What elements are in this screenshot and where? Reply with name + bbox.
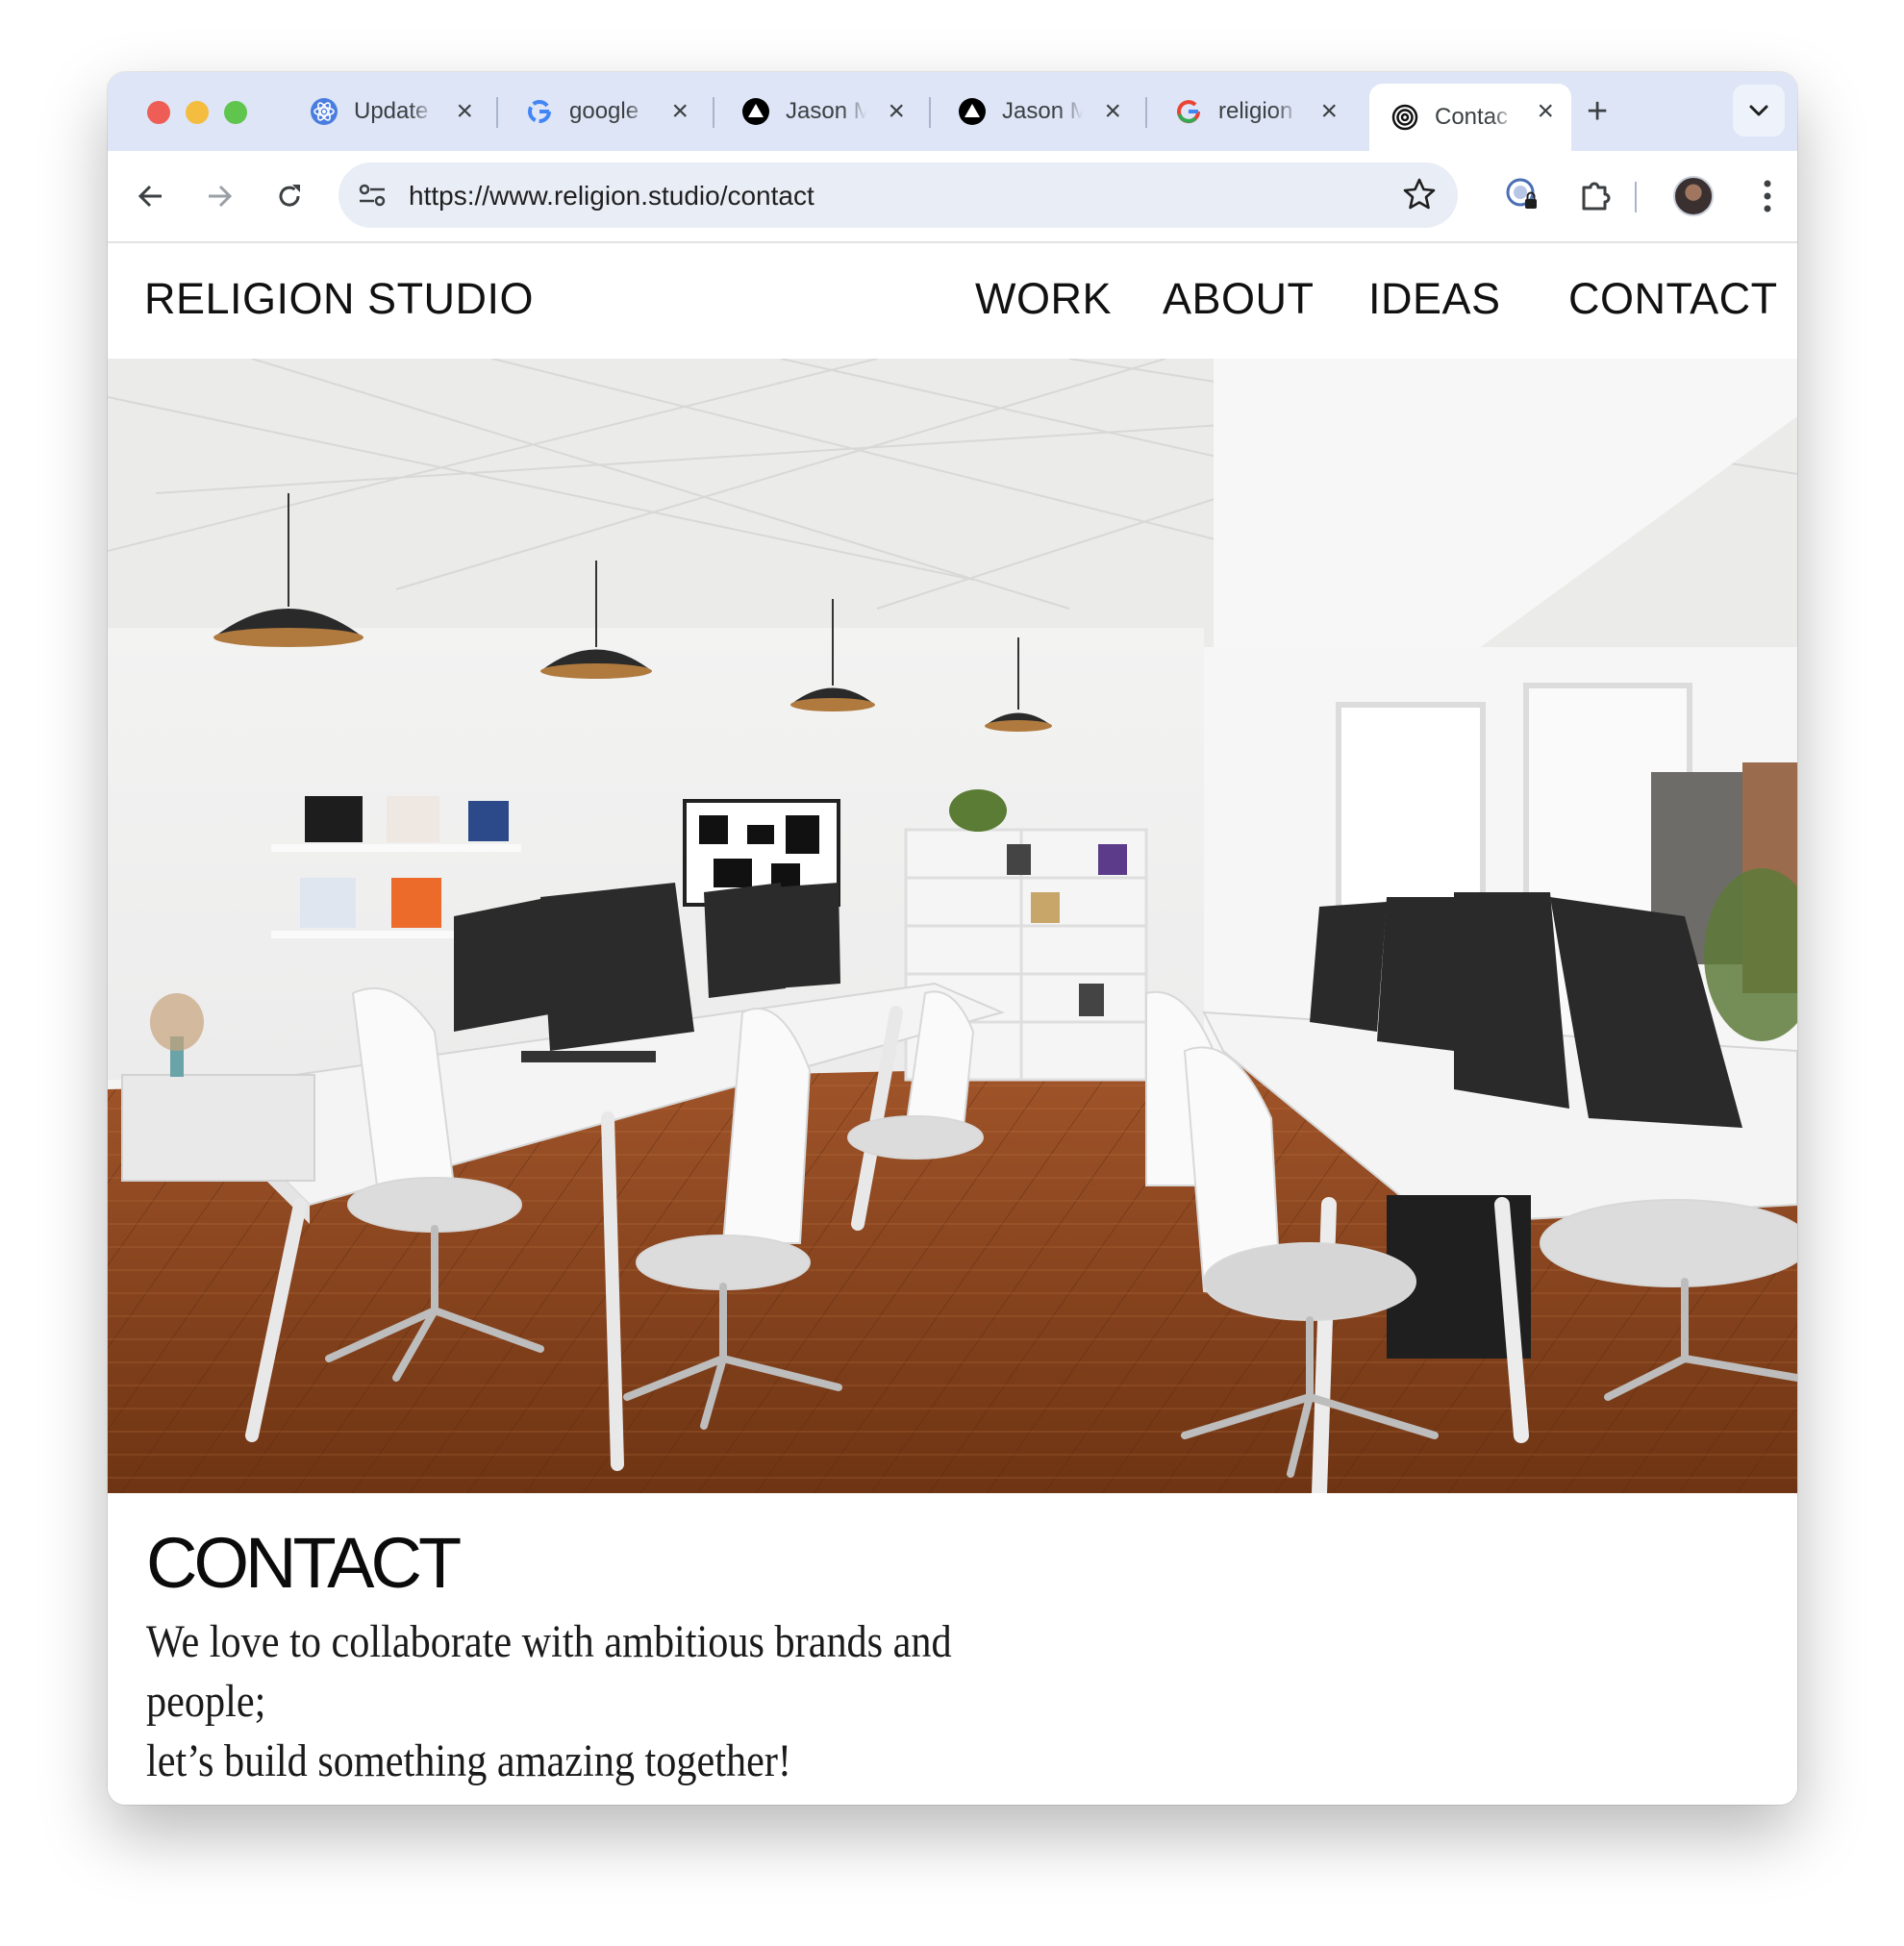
google-icon: [1174, 97, 1203, 126]
profile-avatar[interactable]: [1673, 176, 1714, 216]
more-menu-icon[interactable]: [1762, 178, 1773, 219]
site-settings-icon[interactable]: [356, 179, 388, 216]
nav-work[interactable]: WORK: [975, 274, 1112, 324]
nav-about[interactable]: ABOUT: [1163, 274, 1315, 324]
tab-strip: Update × google × Jason M × Jason M × re…: [108, 72, 1797, 151]
google-icon: [525, 97, 554, 126]
arrow-right-icon: [209, 185, 233, 208]
spiral-icon: [1390, 103, 1419, 132]
browser-window: Update × google × Jason M × Jason M × re…: [108, 72, 1797, 1805]
close-tab-icon[interactable]: ×: [888, 97, 905, 126]
bookmark-star-icon[interactable]: [1402, 177, 1437, 216]
contact-heading: CONTACT: [146, 1523, 462, 1603]
contact-line-1: We love to collaborate with ambitious br…: [146, 1616, 952, 1727]
contact-description: We love to collaborate with ambitious br…: [146, 1612, 992, 1791]
nav-ideas[interactable]: IDEAS: [1368, 274, 1501, 324]
tab-title: Contac: [1435, 104, 1509, 130]
react-icon: [310, 97, 338, 126]
vercel-icon: [741, 97, 770, 126]
tab-title: Jason M: [786, 98, 866, 124]
close-tab-icon[interactable]: ×: [456, 97, 473, 126]
close-tab-icon[interactable]: ×: [1104, 97, 1121, 126]
address-bar[interactable]: https://www.religion.studio/contact: [338, 162, 1458, 228]
arrow-left-icon: [138, 185, 162, 208]
office-interior-photo: [108, 359, 1797, 1493]
reload-icon: [279, 185, 300, 207]
nav-contact[interactable]: CONTACT: [1568, 274, 1778, 324]
maximize-window-button[interactable]: [224, 101, 247, 124]
contact-line-2: let’s build something amazing together!: [146, 1735, 791, 1786]
tab-search-button[interactable]: [1733, 85, 1785, 137]
minimize-window-button[interactable]: [186, 101, 209, 124]
tab-separator: [929, 97, 931, 128]
web-page: RELIGION STUDIO WORK ABOUT IDEAS CONTACT: [108, 243, 1797, 1805]
reload-button[interactable]: [271, 178, 308, 214]
tab-religion[interactable]: religion ×: [1153, 84, 1355, 139]
tab-contact-active[interactable]: Contac ×: [1369, 84, 1571, 151]
site-logo[interactable]: RELIGION STUDIO: [144, 274, 534, 324]
tab-jason-1[interactable]: Jason M ×: [720, 84, 922, 139]
back-button[interactable]: [133, 178, 169, 214]
close-tab-icon[interactable]: ×: [1537, 97, 1554, 126]
extensions-puzzle-icon[interactable]: [1577, 176, 1614, 217]
tab-title: religion: [1218, 98, 1293, 124]
tab-title: Jason M: [1002, 98, 1083, 124]
vercel-icon: [958, 97, 987, 126]
chevron-down-icon: [1749, 105, 1768, 116]
url-text[interactable]: https://www.religion.studio/contact: [409, 181, 814, 212]
tab-update[interactable]: Update ×: [288, 84, 490, 139]
forward-button[interactable]: [201, 178, 238, 214]
tab-jason-2[interactable]: Jason M ×: [937, 84, 1139, 139]
tab-separator: [496, 97, 498, 128]
tab-title: google: [569, 98, 639, 124]
password-manager-icon[interactable]: [1504, 176, 1541, 217]
close-tab-icon[interactable]: ×: [671, 97, 689, 126]
browser-toolbar: https://www.religion.studio/contact: [108, 151, 1797, 243]
tab-separator: [713, 97, 714, 128]
tab-title: Update: [354, 98, 429, 124]
tab-google[interactable]: google ×: [504, 84, 706, 139]
new-tab-button[interactable]: +: [1587, 93, 1608, 130]
close-window-button[interactable]: [147, 101, 170, 124]
tab-separator: [1145, 97, 1147, 128]
close-tab-icon[interactable]: ×: [1320, 97, 1338, 126]
toolbar-separator: [1635, 182, 1637, 212]
